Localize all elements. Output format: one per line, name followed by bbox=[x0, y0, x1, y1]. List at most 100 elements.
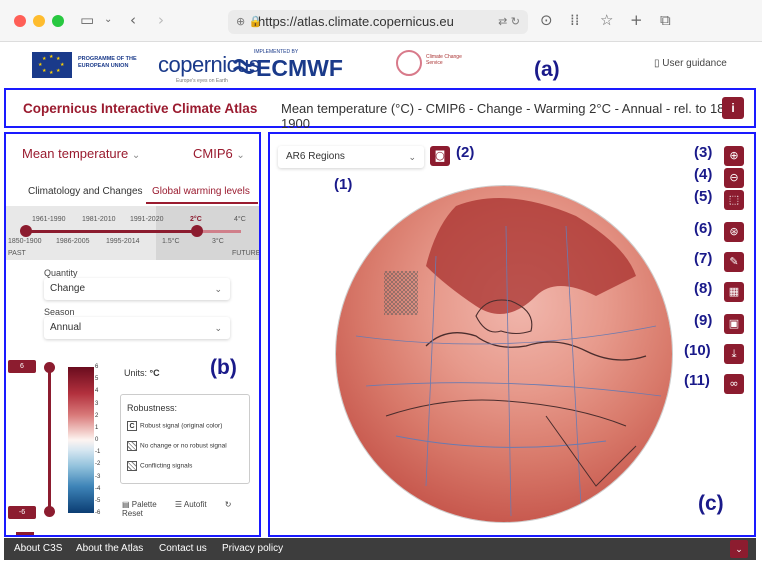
callout-a: (a) bbox=[534, 58, 560, 81]
download-icon[interactable]: ⊙ bbox=[540, 11, 553, 29]
variable-select[interactable]: Mean temperature ⌄ bbox=[22, 146, 140, 161]
copernicus-tagline: Europe's eyes on Earth bbox=[176, 78, 228, 84]
chevron-down-icon: ⌄ bbox=[214, 284, 222, 294]
map-viewer[interactable]: AR6 Regions ⌄ ◙ (2) (1) ⊕ (3) ⊖ (4) ⬚ (5… bbox=[268, 132, 756, 537]
forward-icon[interactable]: › bbox=[158, 11, 164, 29]
robustness-title: Robustness: bbox=[127, 403, 178, 413]
tl-label: 1986-2005 bbox=[56, 238, 90, 245]
colorbar-tick: 2 bbox=[95, 412, 99, 419]
past-label: PAST bbox=[8, 250, 26, 257]
colorbar-tick: -5 bbox=[95, 497, 101, 504]
robustness-icon[interactable]: ▦ bbox=[724, 282, 744, 302]
app-title: Copernicus Interactive Climate Atlas bbox=[23, 101, 258, 116]
range-min-handle[interactable] bbox=[44, 506, 55, 517]
dataset-select[interactable]: CMIP6 ⌄ bbox=[193, 146, 245, 161]
tl-label: 1981-2010 bbox=[82, 216, 116, 223]
translate-icon[interactable]: ⇄ ↻ bbox=[498, 10, 520, 34]
url-bar[interactable]: ⊕ 🔒 https://atlas.climate.copernicus.eu … bbox=[228, 10, 528, 34]
range-max-handle[interactable] bbox=[44, 362, 55, 373]
logos-bar: ★ ★ ★ ★ ★ ★ ★ ★ PROGRAMME OF THE EUROPEAN UNI… bbox=[0, 42, 762, 86]
tl-label: 1850-1900 bbox=[8, 238, 42, 245]
callout-4: (4) bbox=[694, 166, 713, 183]
colorbar-tick: -6 bbox=[95, 510, 101, 516]
region-select[interactable]: AR6 Regions ⌄ bbox=[278, 146, 424, 168]
url-text: https://atlas.climate.copernicus.eu bbox=[258, 14, 454, 29]
colorbar-tick: -2 bbox=[95, 461, 101, 468]
star-icon[interactable]: ☆ bbox=[600, 11, 613, 29]
tl-label: 4°C bbox=[234, 216, 246, 223]
globe-map[interactable] bbox=[336, 186, 672, 522]
callout-6: (6) bbox=[694, 220, 713, 237]
season-select[interactable]: Annual ⌄ bbox=[44, 317, 230, 339]
chevron-down-icon: ⌄ bbox=[408, 152, 416, 162]
tl-label: 3°C bbox=[212, 238, 224, 245]
zoom-out-icon[interactable]: ⊖ bbox=[724, 168, 744, 188]
timeline-slider[interactable]: 1961-1990 1981-2010 1991-2020 2°C 4°C 18… bbox=[6, 206, 259, 260]
no-change-item: No change or no robust signal bbox=[127, 441, 227, 451]
colorbar-tick: 1 bbox=[95, 424, 99, 431]
minimize-window-button[interactable] bbox=[33, 15, 45, 27]
callout-10: (10) bbox=[684, 342, 711, 359]
footer-link-about-c3s[interactable]: About C3S bbox=[14, 543, 62, 554]
close-window-button[interactable] bbox=[14, 15, 26, 27]
colorbar-actions: ▤ Palette ☰ Autofit ↻ Reset bbox=[122, 500, 259, 518]
grid-icon[interactable]: ⁞⁞ bbox=[570, 11, 580, 29]
sidebar-icon[interactable]: ▭ bbox=[80, 11, 94, 29]
colorbar-tick: -3 bbox=[95, 473, 101, 480]
pin-icon[interactable]: ✎ bbox=[724, 252, 744, 272]
autofit-button[interactable]: ☰ Autofit bbox=[175, 500, 215, 509]
range-min-tag: -6 bbox=[8, 506, 36, 519]
footer-link-about-atlas[interactable]: About the Atlas bbox=[76, 543, 143, 554]
maximize-window-button[interactable] bbox=[52, 15, 64, 27]
quantity-select[interactable]: Change ⌄ bbox=[44, 278, 230, 300]
tl-label: 2°C bbox=[190, 216, 202, 223]
link-icon[interactable]: ∞ bbox=[724, 374, 744, 394]
chevron-down-icon[interactable]: ⌄ bbox=[104, 14, 112, 25]
footer-link-privacy[interactable]: Privacy policy bbox=[222, 543, 283, 554]
zoom-in-icon[interactable]: ⊕ bbox=[724, 146, 744, 166]
colorbar-tick: 6 bbox=[95, 364, 99, 370]
info-button[interactable]: i bbox=[722, 97, 744, 119]
chevron-down-icon[interactable]: ⌄ bbox=[730, 540, 748, 558]
tl-label: 1.5°C bbox=[162, 238, 180, 245]
tl-label: 1991-2020 bbox=[130, 216, 164, 223]
ecmwf-logo: ECMWF bbox=[256, 55, 343, 81]
colorbar-tick: 4 bbox=[95, 388, 99, 395]
colorbar-tick: 0 bbox=[95, 437, 99, 443]
tl-label: 1961-1990 bbox=[32, 216, 66, 223]
control-panel: Mean temperature ⌄ CMIP6 ⌄ Climatology a… bbox=[4, 132, 261, 537]
c3s-text: Climate Change Service bbox=[426, 54, 462, 66]
callout-5: (5) bbox=[694, 188, 713, 205]
timeline-start-handle[interactable] bbox=[20, 225, 32, 237]
callout-b: (b) bbox=[210, 356, 237, 379]
robustness-legend: Robustness: C Robust signal (original col… bbox=[120, 394, 250, 484]
tab-climatology[interactable]: Climatology and Changes bbox=[28, 186, 143, 197]
ecmwf-wave-icon bbox=[232, 59, 256, 74]
new-tab-icon[interactable]: + bbox=[630, 11, 643, 29]
callout-8: (8) bbox=[694, 280, 713, 297]
timeline-end-handle[interactable] bbox=[191, 225, 203, 237]
conflicting-item: Conflicting signals bbox=[127, 461, 192, 471]
callout-9: (9) bbox=[694, 312, 713, 329]
palette-button[interactable]: ▤ Palette bbox=[122, 500, 165, 509]
user-guidance-link[interactable]: ▯ User guidance bbox=[654, 58, 727, 69]
callout-11: (11) bbox=[684, 372, 710, 389]
footer: About C3S About the Atlas Contact us Pri… bbox=[4, 538, 756, 560]
back-icon[interactable]: ‹ bbox=[130, 11, 136, 29]
fit-icon[interactable]: ⬚ bbox=[724, 190, 744, 210]
footer-link-contact[interactable]: Contact us bbox=[159, 543, 207, 554]
active-tab-indicator bbox=[146, 202, 258, 204]
chevron-down-icon: ⌄ bbox=[214, 323, 222, 333]
tabs-icon[interactable]: ⧉ bbox=[660, 11, 671, 29]
callout-2: (2) bbox=[456, 144, 475, 161]
tab-global-warming[interactable]: Global warming levels bbox=[152, 186, 250, 197]
download-icon[interactable]: ⤓ bbox=[724, 344, 744, 364]
units-text: Units: °C bbox=[124, 368, 160, 378]
region-toggle-button[interactable]: ◙ bbox=[430, 146, 450, 166]
panel-toggle[interactable] bbox=[16, 532, 34, 535]
timeline-track-future bbox=[197, 230, 241, 233]
map-overlay bbox=[355, 198, 662, 517]
image-icon[interactable]: ▣ bbox=[724, 314, 744, 334]
globe-icon[interactable]: ⊛ bbox=[724, 222, 744, 242]
robust-signal-item: C Robust signal (original color) bbox=[127, 421, 222, 431]
